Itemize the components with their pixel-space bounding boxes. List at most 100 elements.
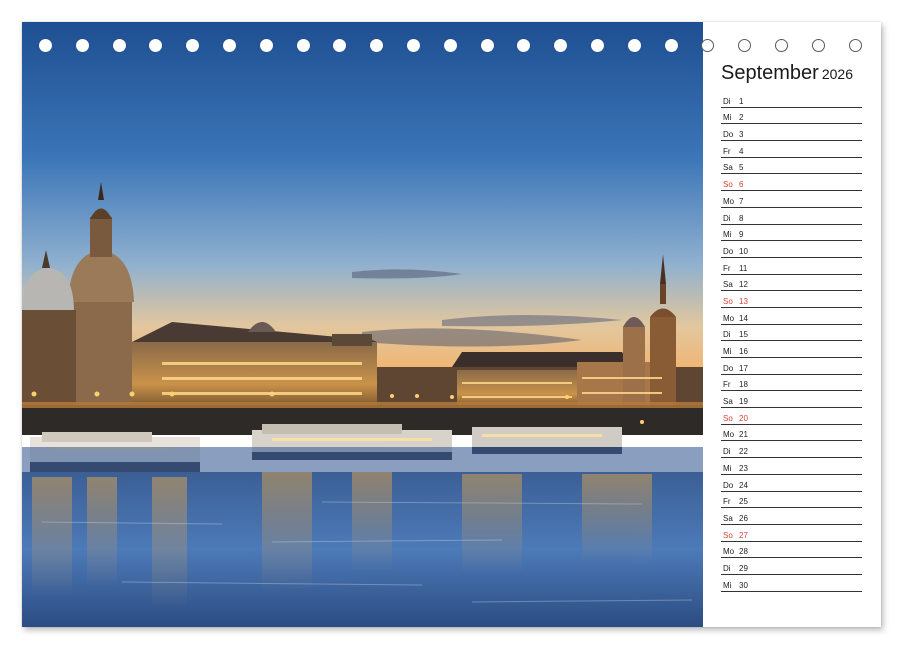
day-row: Mo 7	[721, 191, 862, 208]
calendar-page: September 2026 Di 1 Mi 2 Do 3 Fr 4 Sa 5 So 6 Mo 7 Di 8 Mi…	[22, 22, 881, 627]
day-number: 6	[739, 180, 744, 190]
weekday-label: Mi	[723, 347, 732, 356]
weekday-label: Mo	[723, 313, 735, 323]
binding-hole	[407, 39, 420, 52]
day-row: Mo 14	[721, 308, 862, 325]
day-row: Di 22	[721, 441, 862, 459]
weekday-label: So	[723, 530, 733, 540]
day-row: Fr 11	[721, 258, 862, 275]
day-number: 22	[739, 447, 748, 457]
day-number: 14	[739, 313, 748, 323]
day-number: 5	[739, 163, 744, 173]
day-row: So 27	[721, 525, 862, 542]
day-row: Di 8	[721, 208, 862, 225]
binding-hole	[39, 39, 52, 52]
binding-hole	[112, 39, 126, 52]
weekday-label: Mo	[723, 430, 735, 440]
city-skyline-photo	[22, 22, 703, 627]
weekday-label: Do	[723, 480, 734, 490]
binding-hole	[627, 39, 641, 52]
day-number: 24	[739, 480, 748, 490]
weekday-label: Do	[723, 363, 734, 373]
weekday-label: Mi	[723, 230, 732, 240]
day-number: 17	[739, 363, 748, 373]
day-number: 19	[739, 397, 748, 407]
weekday-label: Mo	[723, 547, 735, 557]
weekday-label: Sa	[723, 397, 733, 407]
binding-hole	[186, 39, 200, 52]
binding-hole	[370, 39, 384, 52]
weekday-label: Di	[723, 96, 731, 106]
weekday-label: Sa	[723, 513, 733, 523]
binding-hole	[149, 39, 163, 52]
binding-hole	[443, 39, 457, 52]
weekday-label: Fr	[723, 146, 731, 156]
binding-hole	[554, 39, 568, 52]
binding-hole	[701, 39, 715, 52]
day-row: Di 29	[721, 558, 862, 575]
day-number: 4	[739, 146, 744, 156]
day-number: 10	[739, 246, 748, 256]
weekday-label: Di	[723, 563, 731, 573]
day-row: Sa 5	[721, 158, 862, 175]
weekday-label: Mi	[723, 113, 732, 123]
day-row: Sa 12	[721, 275, 862, 292]
day-number: 8	[739, 213, 744, 223]
day-row: Sa 26	[721, 508, 862, 525]
day-row: Do 10	[721, 241, 862, 258]
weekday-label: Fr	[723, 380, 731, 390]
day-number: 3	[739, 130, 744, 140]
binding-hole	[591, 39, 604, 52]
binding-hole	[75, 39, 89, 52]
day-row: So 6	[721, 174, 862, 192]
day-row: Mi 30	[721, 575, 862, 592]
day-row: Do 24	[721, 475, 862, 492]
day-number: 13	[739, 296, 748, 306]
day-row: Fr 4	[721, 141, 862, 158]
binding-hole	[848, 39, 862, 52]
binding-hole	[223, 39, 236, 52]
day-row: Fr 25	[721, 492, 862, 509]
day-list: Di 1 Mi 2 Do 3 Fr 4 Sa 5 So 6 Mo 7 Di 8 Mi 9 Do 10 Fr 11 Sa 12 S…	[721, 91, 862, 592]
day-row: Mi 9	[721, 225, 862, 242]
day-number: 20	[739, 413, 748, 423]
day-row: Mo 28	[721, 542, 862, 559]
weekday-label: Sa	[723, 163, 733, 173]
weekday-label: Do	[723, 246, 734, 256]
day-number: 16	[739, 347, 748, 356]
binding-hole	[333, 39, 347, 52]
binding-hole	[775, 39, 788, 52]
day-number: 7	[739, 196, 744, 206]
weekday-label: Di	[723, 213, 731, 223]
day-number: 1	[739, 96, 744, 106]
day-number: 29	[739, 563, 748, 573]
day-row: So 20	[721, 408, 862, 425]
day-row: Di 15	[721, 325, 862, 342]
day-number: 18	[739, 380, 748, 390]
spiral-binding-holes	[22, 39, 881, 57]
month-title: September 2026	[721, 62, 853, 85]
month-name: September	[721, 62, 819, 84]
binding-hole	[738, 39, 752, 52]
day-row: Mi 2	[721, 108, 862, 125]
binding-hole	[296, 39, 310, 52]
year-label: 2026	[821, 66, 853, 82]
day-number: 2	[739, 113, 744, 123]
day-row: Do 3	[721, 124, 862, 142]
binding-hole	[259, 39, 273, 52]
weekday-label: So	[723, 180, 733, 190]
day-number: 25	[739, 497, 748, 507]
day-row: Mo 21	[721, 425, 862, 442]
weekday-label: Fr	[723, 263, 731, 273]
weekday-label: So	[723, 413, 733, 423]
day-number: 21	[739, 430, 748, 440]
weekday-label: Di	[723, 330, 731, 340]
day-row: Mi 23	[721, 458, 862, 475]
day-number: 28	[739, 547, 748, 557]
weekday-label: Di	[723, 447, 731, 457]
weekday-label: So	[723, 296, 733, 306]
day-row: So 13	[721, 291, 862, 308]
day-number: 23	[739, 463, 748, 473]
binding-hole	[480, 39, 494, 52]
weekday-label: Mo	[723, 196, 735, 206]
